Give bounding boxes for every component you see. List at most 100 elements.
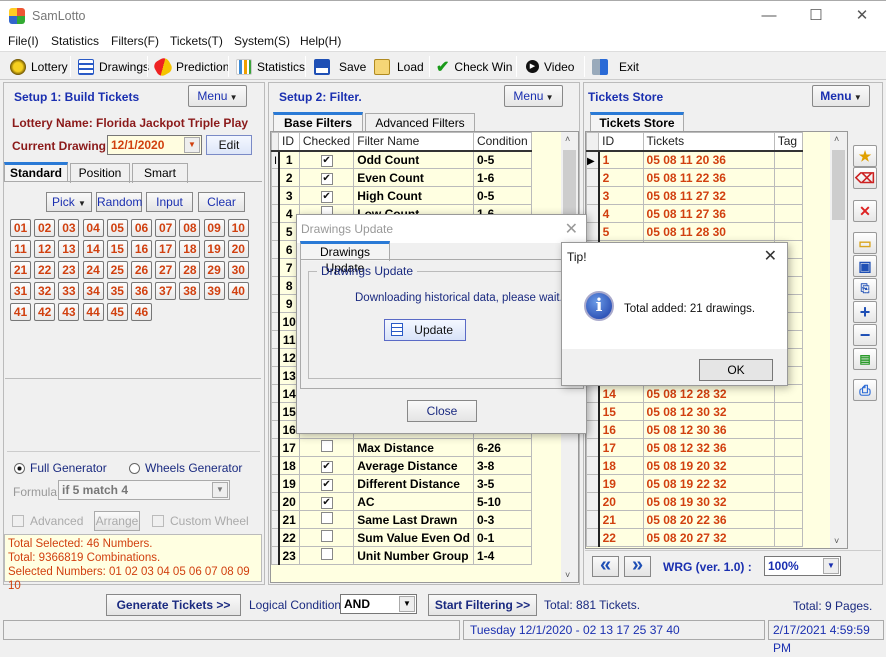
checkbox-icon[interactable]: ✔ bbox=[320, 479, 333, 491]
pick-button[interactable]: Pick ▼ bbox=[46, 192, 92, 212]
number-button[interactable]: 27 bbox=[155, 261, 177, 279]
scroll-up-icon[interactable]: ˄ bbox=[834, 134, 839, 144]
row-header[interactable] bbox=[271, 492, 280, 511]
arrange-button[interactable]: Arrange bbox=[94, 511, 140, 531]
toolbar-prediction[interactable]: Prediction bbox=[152, 55, 229, 78]
scroll-up-icon[interactable]: ˄ bbox=[565, 134, 570, 144]
col-checked[interactable]: Checked bbox=[298, 132, 355, 152]
setup1-menu-button[interactable]: Menu bbox=[188, 85, 247, 107]
col-tickets[interactable]: Tickets bbox=[642, 132, 775, 152]
full-generator-radio[interactable]: Full Generator bbox=[14, 461, 107, 475]
filter-row[interactable]: 3 ✔ High Count 0-5 bbox=[271, 186, 532, 205]
filter-checked-cell[interactable]: ✔ bbox=[298, 186, 355, 205]
row-header[interactable] bbox=[271, 240, 280, 259]
row-header[interactable] bbox=[271, 186, 280, 205]
filter-row[interactable]: 2 ✔ Even Count 1-6 bbox=[271, 168, 532, 187]
store-menu-button[interactable]: Menu bbox=[812, 85, 870, 107]
col-condition[interactable]: Condition bbox=[472, 132, 532, 152]
scroll-down-icon[interactable]: ˅ bbox=[834, 536, 839, 546]
tab-smart[interactable]: Smart bbox=[132, 163, 188, 183]
number-button[interactable]: 10 bbox=[227, 219, 249, 237]
row-header[interactable] bbox=[586, 492, 600, 511]
menu-statistics[interactable]: Statistics bbox=[51, 34, 99, 48]
row-header[interactable] bbox=[271, 294, 280, 313]
plus-icon[interactable]: + bbox=[853, 301, 877, 323]
ticket-row[interactable]: ▶ 1 05 08 11 20 36 bbox=[586, 150, 804, 169]
random-button[interactable]: Random bbox=[96, 192, 142, 212]
number-button[interactable]: 33 bbox=[58, 282, 80, 300]
number-button[interactable]: 14 bbox=[82, 240, 104, 258]
edit-button[interactable]: Edit bbox=[206, 135, 252, 155]
row-header[interactable] bbox=[586, 186, 600, 205]
row-header[interactable] bbox=[271, 546, 280, 565]
chevron-down-icon[interactable]: ▼ bbox=[184, 137, 200, 153]
row-header[interactable] bbox=[271, 510, 280, 529]
toolbar-statistics[interactable]: Statistics bbox=[236, 56, 305, 77]
import-tickets-icon[interactable]: ★ bbox=[853, 145, 877, 167]
number-button[interactable]: 43 bbox=[58, 303, 80, 321]
toolbar-save[interactable]: Save bbox=[314, 56, 366, 77]
row-header[interactable] bbox=[271, 438, 280, 457]
filter-row[interactable]: 23 Unit Number Group 1-4 bbox=[271, 546, 532, 565]
open-folder-icon[interactable]: ▭ bbox=[853, 232, 877, 254]
number-button[interactable]: 06 bbox=[131, 219, 152, 237]
row-header[interactable] bbox=[271, 348, 280, 367]
number-button[interactable]: 20 bbox=[227, 240, 249, 258]
number-button[interactable]: 36 bbox=[131, 282, 152, 300]
number-button[interactable]: 44 bbox=[82, 303, 104, 321]
ticket-row[interactable]: 2 05 08 11 22 36 bbox=[586, 168, 804, 187]
toolbar-lottery[interactable]: Lottery bbox=[10, 56, 68, 77]
number-button[interactable]: 39 bbox=[203, 282, 225, 300]
row-header[interactable] bbox=[271, 474, 280, 493]
row-header[interactable] bbox=[271, 312, 280, 331]
checkbox-icon[interactable]: ✔ bbox=[320, 461, 333, 473]
row-header[interactable] bbox=[271, 528, 280, 547]
minus-icon[interactable]: − bbox=[853, 324, 877, 346]
col-filter-name[interactable]: Filter Name bbox=[353, 132, 474, 152]
ticket-row[interactable]: 21 05 08 20 22 36 bbox=[586, 510, 804, 529]
row-header[interactable] bbox=[586, 456, 600, 475]
number-button[interactable]: 34 bbox=[82, 282, 104, 300]
number-button[interactable]: 45 bbox=[106, 303, 128, 321]
toolbar-drawings[interactable]: Drawings bbox=[78, 56, 149, 77]
advanced-checkbox[interactable]: Advanced bbox=[12, 514, 83, 528]
input-button[interactable]: Input bbox=[146, 192, 193, 212]
number-button[interactable]: 25 bbox=[106, 261, 128, 279]
ticket-row[interactable]: 17 05 08 12 32 36 bbox=[586, 438, 804, 457]
scroll-thumb[interactable] bbox=[832, 150, 845, 220]
toolbar-video[interactable]: ▶ Video bbox=[526, 56, 574, 77]
chevron-down-icon[interactable]: ▼ bbox=[399, 596, 415, 612]
close-button[interactable]: ✕ bbox=[847, 5, 877, 27]
minimize-button[interactable]: — bbox=[754, 5, 784, 27]
toolbar-load[interactable]: Load bbox=[374, 56, 424, 77]
filter-checked-cell[interactable] bbox=[298, 438, 355, 457]
row-header[interactable] bbox=[271, 366, 280, 385]
current-drawing-select[interactable]: 12/1/2020 ▼ bbox=[107, 135, 202, 155]
row-header[interactable] bbox=[586, 474, 600, 493]
setup2-menu-button[interactable]: Menu bbox=[504, 85, 563, 107]
number-button[interactable]: 05 bbox=[106, 219, 128, 237]
row-header[interactable]: ▶ bbox=[586, 150, 600, 169]
number-button[interactable]: 31 bbox=[10, 282, 31, 300]
next-page-button[interactable]: » bbox=[624, 555, 651, 577]
row-header[interactable] bbox=[586, 510, 600, 529]
tab-drawings-update[interactable]: Drawings Update bbox=[300, 241, 390, 275]
number-button[interactable]: 42 bbox=[34, 303, 56, 321]
ticket-row[interactable]: 20 05 08 19 30 32 bbox=[586, 492, 804, 511]
row-header[interactable] bbox=[271, 330, 280, 349]
menu-system[interactable]: System(S) bbox=[234, 34, 290, 48]
number-button[interactable]: 24 bbox=[82, 261, 104, 279]
number-button[interactable]: 18 bbox=[179, 240, 201, 258]
menu-file[interactable]: File(I) bbox=[8, 34, 39, 48]
start-filtering-button[interactable]: Start Filtering >> bbox=[428, 594, 537, 616]
filter-row[interactable]: 18 ✔ Average Distance 3-8 bbox=[271, 456, 532, 475]
clear-button[interactable]: Clear bbox=[198, 192, 245, 212]
ticket-row[interactable]: 5 05 08 11 28 30 bbox=[586, 222, 804, 241]
col-ticket-id[interactable]: ID bbox=[598, 132, 644, 152]
tab-base-filters[interactable]: Base Filters bbox=[273, 112, 363, 132]
number-button[interactable]: 22 bbox=[34, 261, 56, 279]
number-button[interactable]: 30 bbox=[227, 261, 249, 279]
logical-condition-select[interactable]: AND ▼ bbox=[340, 594, 417, 614]
checkbox-icon[interactable] bbox=[320, 512, 333, 524]
number-button[interactable]: 12 bbox=[34, 240, 56, 258]
